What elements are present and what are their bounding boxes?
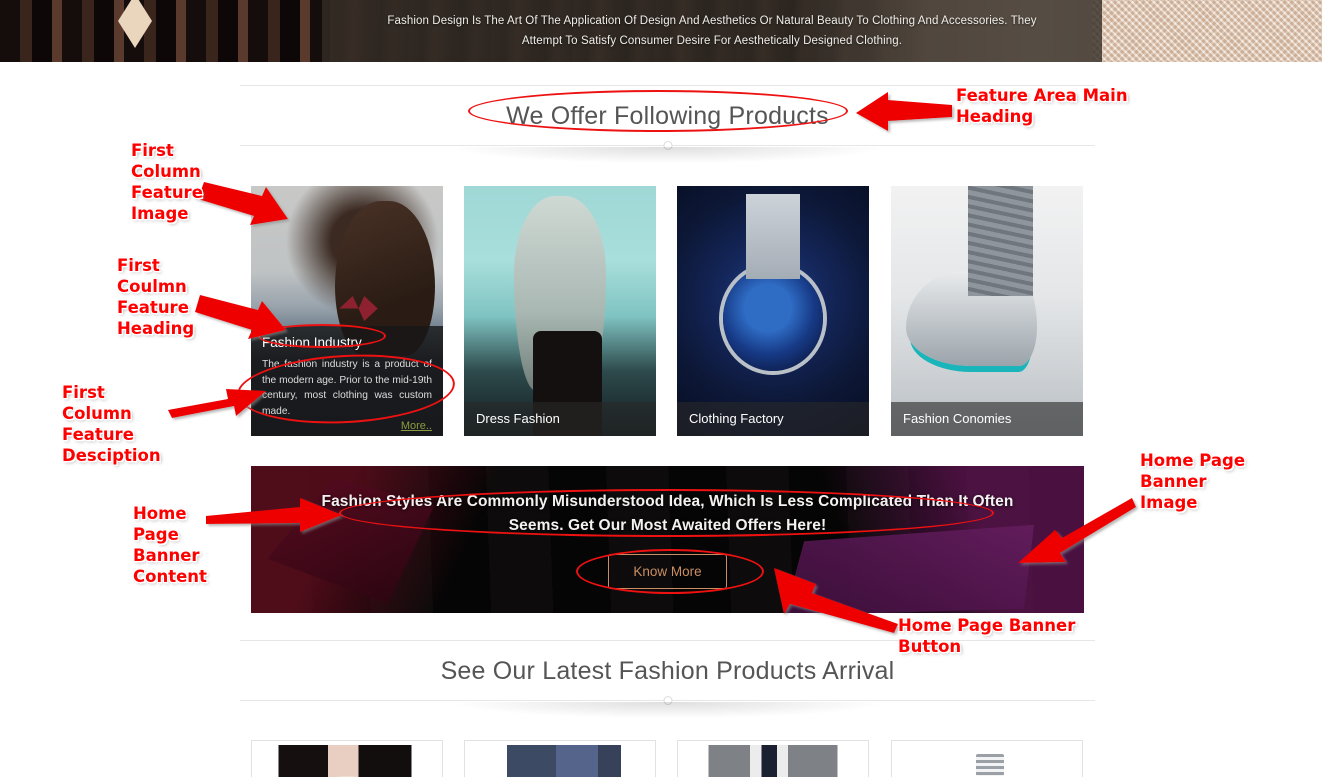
home-page-banner-text: Fashion Styles Are Commonly Misunderstoo… bbox=[322, 490, 1014, 538]
home-page-banner-button[interactable]: Know More bbox=[608, 554, 727, 589]
banner-text-line-2: Seems. Get Our Most Awaited Offers Here! bbox=[508, 517, 827, 534]
annotation-home-page-banner-content: Home Page Banner Content bbox=[133, 504, 207, 586]
annotation-first-column-feature-heading: First Coulmn Feature Heading bbox=[117, 256, 195, 338]
feature-card-grid: Fashion Industry The fashion industry is… bbox=[251, 186, 1085, 436]
product-card-4-image bbox=[892, 745, 1082, 777]
feature-card-4-title: Fashion Conomies bbox=[891, 402, 1083, 436]
feature-card-4-image bbox=[891, 186, 1083, 436]
feature-card-1-more-link[interactable]: More.. bbox=[262, 420, 432, 432]
feature-card-3-title: Clothing Factory bbox=[677, 402, 869, 436]
product-card-1[interactable] bbox=[251, 740, 443, 777]
annotation-first-column-feature-image: First Column Feature Image bbox=[131, 141, 203, 223]
feature-card-3[interactable]: Clothing Factory bbox=[677, 186, 869, 436]
hero-text-line-1: Fashion Design Is The Art Of The Applica… bbox=[387, 15, 1037, 27]
feature-card-1-panel: Fashion Industry The fashion industry is… bbox=[251, 326, 443, 436]
product-card-3[interactable] bbox=[677, 740, 869, 777]
product-card-3-image bbox=[678, 745, 868, 777]
product-card-2-image bbox=[465, 745, 655, 777]
feature-card-2-image bbox=[464, 186, 656, 436]
arrivals-rule-bottom bbox=[240, 696, 1095, 718]
feature-card-2[interactable]: Dress Fashion bbox=[464, 186, 656, 436]
divider-shadow bbox=[452, 702, 883, 718]
product-card-4[interactable] bbox=[891, 740, 1083, 777]
feature-card-3-image bbox=[677, 186, 869, 436]
hero-left-garments bbox=[0, 0, 330, 62]
annotation-first-column-feature-description: First Column Feature Desciption bbox=[62, 383, 161, 465]
home-page-banner: Fashion Styles Are Commonly Misunderstoo… bbox=[251, 466, 1084, 613]
hero-text-block: Fashion Design Is The Art Of The Applica… bbox=[322, 0, 1102, 62]
feature-card-1-description: The fashion industry is a product of the… bbox=[262, 359, 432, 417]
annotation-home-page-banner-image: Home Page Banner Image bbox=[1140, 451, 1246, 512]
annotation-feature-area-main-heading: Feature Area Main Heading bbox=[956, 86, 1128, 126]
annotation-home-page-banner-button: Home Page Banner Button bbox=[898, 616, 1076, 656]
page-root: Fashion Design Is The Art Of The Applica… bbox=[0, 0, 1322, 777]
divider-shadow bbox=[452, 147, 883, 163]
arrivals-product-grid bbox=[251, 740, 1085, 777]
feature-card-4[interactable]: Fashion Conomies bbox=[891, 186, 1083, 436]
hero-text-line-2: Attempt To Satisfy Consumer Desire For A… bbox=[521, 35, 903, 47]
product-card-2[interactable] bbox=[464, 740, 656, 777]
product-card-1-image bbox=[252, 745, 442, 777]
home-page-banner-content: Fashion Styles Are Commonly Misunderstoo… bbox=[251, 466, 1084, 613]
feature-card-1[interactable]: Fashion Industry The fashion industry is… bbox=[251, 186, 443, 436]
banner-text-line-1: Fashion Styles Are Commonly Misunderstoo… bbox=[321, 493, 1014, 510]
hero-banner: Fashion Design Is The Art Of The Applica… bbox=[0, 0, 1322, 62]
feature-card-2-title: Dress Fashion bbox=[464, 402, 656, 436]
feature-card-1-title: Fashion Industry bbox=[262, 335, 362, 350]
feature-rule-bottom bbox=[240, 141, 1095, 163]
hero-knit-texture bbox=[1092, 0, 1322, 62]
